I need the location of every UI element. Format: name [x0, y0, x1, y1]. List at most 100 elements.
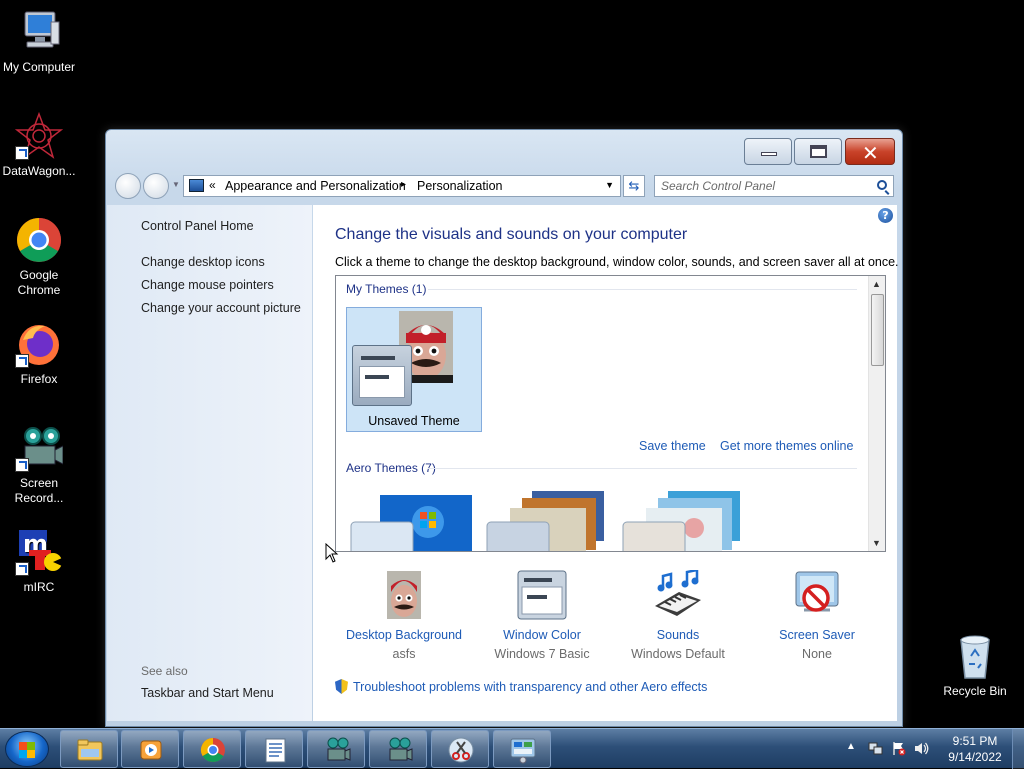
screen-recorder-shortcut[interactable]: Screen Record... — [0, 424, 78, 506]
control-panel-icon — [510, 738, 536, 764]
address-bar[interactable]: « Appearance and Personalization ▸ Perso… — [183, 175, 621, 197]
action-center-icon[interactable] — [891, 741, 906, 756]
sounds-item[interactable]: Sounds Windows Default — [613, 568, 743, 661]
breadcrumb-appearance[interactable]: Appearance and Personalization — [225, 179, 406, 193]
theme-tile-label: Unsaved Theme — [368, 414, 460, 428]
taskbar-explorer[interactable] — [60, 730, 118, 768]
mirc-shortcut[interactable]: m mIRC — [0, 528, 78, 595]
window-color-thumbnail — [352, 345, 412, 406]
back-button[interactable] — [115, 173, 141, 199]
refresh-button[interactable]: ⇆ — [623, 175, 645, 197]
theme-list-scrollbar[interactable]: ▲ ▼ — [868, 276, 885, 551]
volume-icon[interactable] — [914, 741, 929, 756]
taskbar-snipping-tool[interactable] — [431, 730, 489, 768]
screen-recorder-icon — [389, 737, 413, 761]
sounds-link[interactable]: Sounds — [613, 628, 743, 642]
troubleshoot-label: Troubleshoot problems with transparency … — [353, 680, 708, 694]
save-theme-link[interactable]: Save theme — [639, 439, 706, 453]
desktop-icon-label: DataWagon... — [2, 164, 76, 178]
change-account-picture-link[interactable]: Change your account picture — [141, 301, 301, 315]
taskbar-media-player[interactable] — [121, 730, 179, 768]
chrome-icon — [15, 216, 63, 264]
window-color-link[interactable]: Window Color — [477, 628, 607, 642]
datawagon-shortcut[interactable]: DataWagon... — [0, 111, 78, 179]
clock-date: 9/14/2022 — [948, 750, 1002, 764]
screen-saver-item[interactable]: Screen Saver None — [752, 570, 882, 661]
shield-icon — [335, 679, 348, 694]
close-button[interactable]: ✕ — [845, 138, 895, 165]
desktop-icon-label: Firefox — [20, 372, 58, 386]
change-desktop-icons-link[interactable]: Change desktop icons — [141, 255, 265, 269]
control-panel-home-link[interactable]: Control Panel Home — [141, 219, 254, 233]
taskbar-screen-recorder-2[interactable] — [369, 730, 427, 768]
scroll-down-icon[interactable]: ▼ — [872, 538, 881, 548]
maximize-button[interactable] — [794, 138, 842, 165]
scroll-up-icon[interactable]: ▲ — [872, 279, 881, 289]
screen-saver-link[interactable]: Screen Saver — [752, 628, 882, 642]
taskbar-chrome[interactable] — [183, 730, 241, 768]
clock-time: 9:51 PM — [952, 734, 998, 748]
recycle-bin[interactable]: Recycle Bin — [936, 632, 1014, 699]
theme-tile-architecture[interactable] — [486, 482, 611, 551]
notepad-icon — [265, 738, 286, 763]
group-divider — [428, 468, 857, 469]
breadcrumb-separator-icon[interactable]: ▸ — [401, 179, 406, 190]
personalization-window[interactable]: ✕ ▼ « Appearance and Personalization ▸ P… — [105, 129, 903, 727]
sounds-icon — [653, 568, 703, 620]
instructions-text: Click a theme to change the desktop back… — [335, 255, 899, 269]
theme-tile-unsaved[interactable]: Unsaved Theme — [346, 307, 482, 432]
window-color-item[interactable]: Window Color Windows 7 Basic — [477, 570, 607, 661]
desktop-background-link[interactable]: Desktop Background — [339, 628, 469, 642]
theme-tile-characters[interactable] — [622, 482, 747, 551]
theme-tile-windows7[interactable] — [350, 482, 475, 551]
desktop-background-value: asfs — [392, 647, 416, 661]
forward-button[interactable] — [143, 173, 169, 199]
network-icon[interactable] — [868, 741, 883, 756]
task-pane: Control Panel Home Change desktop icons … — [107, 205, 312, 721]
get-more-themes-link[interactable]: Get more themes online — [720, 439, 853, 453]
taskbar-control-panel[interactable] — [493, 730, 551, 768]
screen-recorder-icon — [327, 737, 351, 761]
breadcrumb-personalization[interactable]: Personalization — [417, 179, 502, 193]
taskbar-start-menu-link[interactable]: Taskbar and Start Menu — [141, 686, 274, 700]
chrome-icon — [200, 738, 225, 763]
search-icon[interactable] — [877, 180, 887, 190]
firefox-shortcut[interactable]: Firefox — [0, 320, 78, 387]
taskbar-screen-recorder-1[interactable] — [307, 730, 365, 768]
windows-logo-icon — [19, 742, 35, 758]
mirc-icon: m — [15, 528, 63, 576]
taskbar: ▲ 9:51 PM 9/14/2022 — [0, 728, 1024, 769]
show-desktop-button[interactable] — [1012, 729, 1024, 769]
my-themes-header: My Themes (1) — [346, 282, 427, 296]
datawagon-icon — [14, 111, 64, 160]
address-dropdown-icon[interactable]: ▼ — [605, 180, 614, 190]
maximize-icon — [810, 145, 827, 158]
search-box[interactable] — [654, 175, 894, 197]
snipping-tool-icon — [448, 737, 474, 763]
sounds-value: Windows Default — [631, 647, 725, 661]
help-icon[interactable]: ? — [878, 208, 893, 223]
control-panel-icon — [189, 179, 204, 192]
shortcut-arrow-icon — [15, 146, 29, 160]
screen-recorder-icon — [15, 424, 64, 472]
window-color-icon — [517, 570, 567, 620]
start-button[interactable] — [5, 731, 49, 767]
clock[interactable]: 9:51 PM 9/14/2022 — [940, 733, 1010, 765]
close-icon: ✕ — [862, 141, 879, 165]
theme-list[interactable]: My Themes (1) Unsaved Theme Save theme G… — [335, 275, 886, 552]
search-input[interactable] — [661, 177, 861, 195]
my-computer-shortcut[interactable]: My Computer — [0, 8, 78, 75]
minimize-button[interactable] — [744, 138, 792, 165]
computer-icon — [15, 8, 63, 56]
change-mouse-pointers-link[interactable]: Change mouse pointers — [141, 278, 274, 292]
google-chrome-shortcut[interactable]: Google Chrome — [0, 216, 78, 298]
taskbar-notepad[interactable] — [245, 730, 303, 768]
breadcrumb-overflow[interactable]: « — [209, 178, 216, 192]
desktop-background-item[interactable]: Desktop Background asfs — [339, 570, 469, 661]
media-player-icon — [140, 740, 162, 760]
show-hidden-icons-button[interactable]: ▲ — [846, 741, 856, 752]
troubleshoot-link[interactable]: Troubleshoot problems with transparency … — [335, 679, 707, 694]
scroll-thumb[interactable] — [871, 294, 884, 366]
recent-pages-dropdown-icon[interactable]: ▼ — [172, 180, 180, 189]
minimize-icon — [761, 152, 777, 156]
